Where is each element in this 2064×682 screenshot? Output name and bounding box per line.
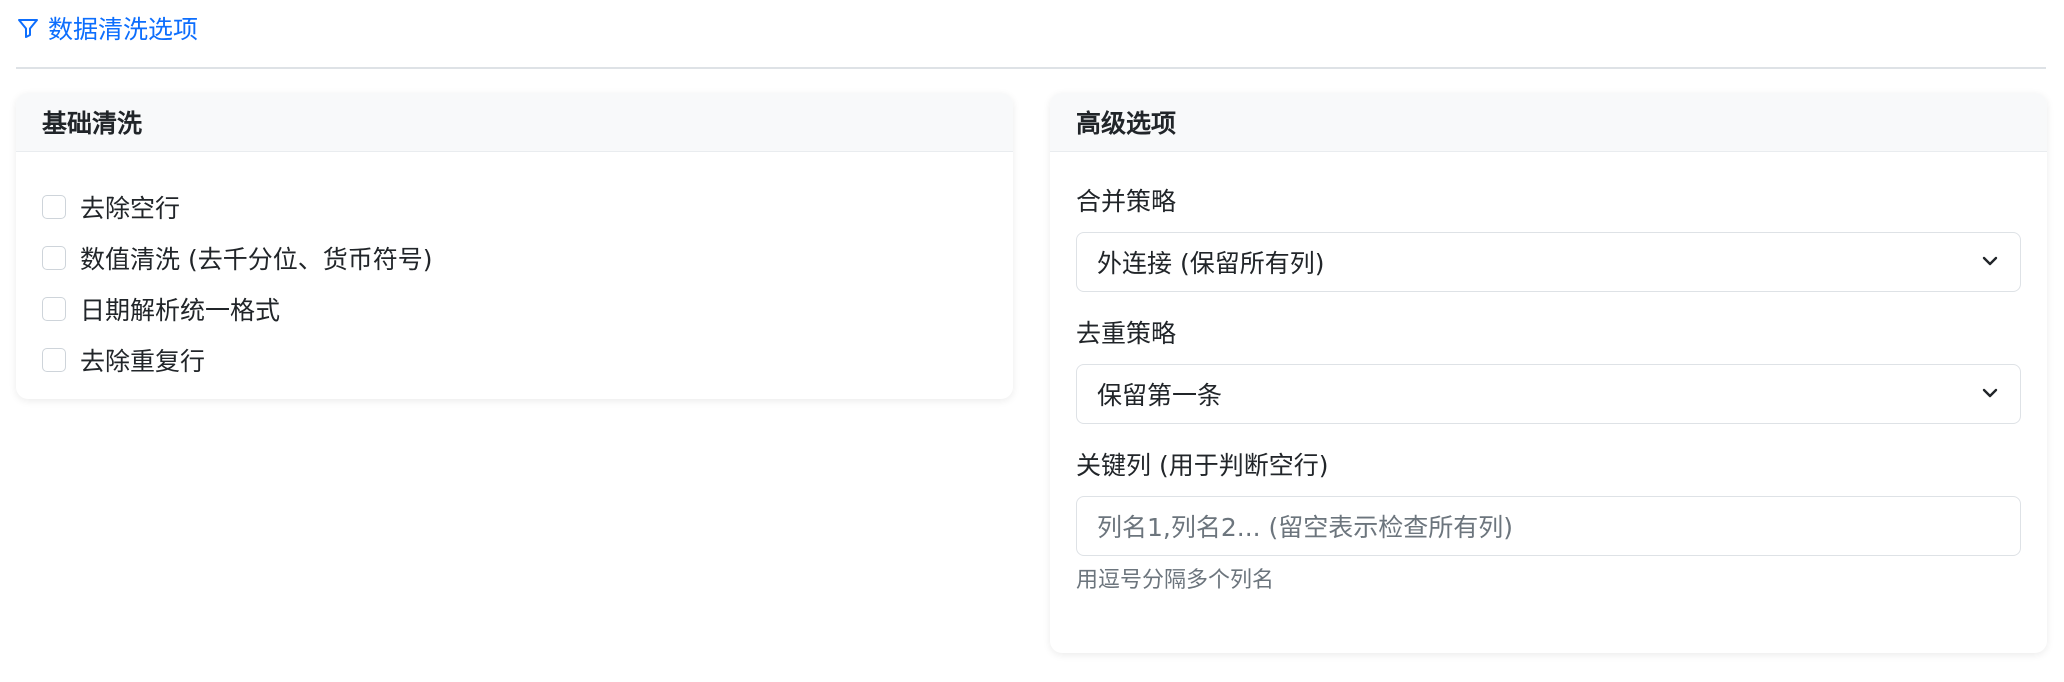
option-numeric-cleaning[interactable]: 数值清洗 (去千分位、货币符号): [42, 233, 987, 283]
merge-strategy-group: 合并策略 外连接 (保留所有列): [1076, 184, 2021, 292]
checkbox[interactable]: [42, 348, 66, 372]
key-columns-label: 关键列 (用于判断空行): [1076, 451, 1329, 480]
merge-strategy-value: 外连接 (保留所有列): [1097, 249, 1325, 278]
option-label: 日期解析统一格式: [80, 296, 281, 325]
option-label: 去除重复行: [80, 347, 206, 376]
key-columns-input[interactable]: 列名1,列名2... (留空表示检查所有列): [1076, 496, 2021, 556]
merge-strategy-select[interactable]: 外连接 (保留所有列): [1076, 232, 2021, 292]
section-header: 数据清洗选项: [16, 10, 198, 46]
key-columns-help: 用逗号分隔多个列名: [1076, 568, 1275, 593]
basic-cleaning-title: 基础清洗: [16, 93, 1013, 152]
dedup-strategy-select[interactable]: 保留第一条: [1076, 364, 2021, 424]
dedup-strategy-value: 保留第一条: [1097, 381, 1223, 410]
option-remove-duplicates[interactable]: 去除重复行: [42, 335, 987, 385]
checkbox[interactable]: [42, 246, 66, 270]
chevron-down-icon: [1980, 248, 2000, 277]
section-divider: [16, 67, 2046, 69]
dedup-strategy-label: 去重策略: [1076, 319, 1177, 348]
option-label: 去除空行: [80, 194, 181, 223]
advanced-options-title: 高级选项: [1050, 93, 2047, 152]
option-remove-empty-rows[interactable]: 去除空行: [42, 182, 987, 232]
basic-cleaning-card: 基础清洗 去除空行 数值清洗 (去千分位、货币符号) 日期解析统一格式 去除重复…: [16, 93, 1013, 399]
option-label: 数值清洗 (去千分位、货币符号): [80, 245, 433, 274]
option-date-parsing[interactable]: 日期解析统一格式: [42, 284, 987, 334]
filter-icon: [16, 16, 40, 40]
section-title: 数据清洗选项: [48, 15, 199, 44]
checkbox[interactable]: [42, 297, 66, 321]
advanced-options-card: 高级选项 合并策略 外连接 (保留所有列) 去重策略 保留第一条 关键列 (用于…: [1050, 93, 2047, 653]
key-columns-group: 关键列 (用于判断空行) 列名1,列名2... (留空表示检查所有列) 用逗号分…: [1076, 448, 2021, 594]
merge-strategy-label: 合并策略: [1076, 187, 1177, 216]
key-columns-placeholder: 列名1,列名2... (留空表示检查所有列): [1097, 513, 1514, 542]
chevron-down-icon: [1980, 380, 2000, 409]
dedup-strategy-group: 去重策略 保留第一条: [1076, 316, 2021, 424]
checkbox[interactable]: [42, 195, 66, 219]
